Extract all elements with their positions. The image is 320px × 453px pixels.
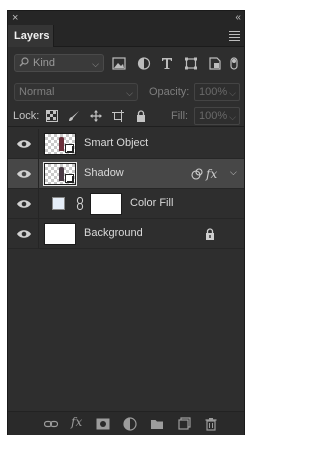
shape-layer-filter-icon[interactable] (184, 57, 198, 70)
layer-name[interactable]: Shadow (84, 167, 124, 179)
opacity-label: Opacity: (149, 86, 190, 98)
figure-icon (59, 167, 64, 181)
type-layer-filter-icon[interactable] (160, 57, 174, 70)
lock-label: Lock: (13, 110, 40, 122)
bottom-toolbar: fx (8, 411, 244, 435)
blend-row: Normal ⌵ Opacity: 100% ⌵ (8, 81, 244, 103)
lock-all-icon[interactable] (135, 110, 147, 122)
chevron-down-icon[interactable]: ⌵ (230, 167, 237, 178)
lock-position-icon[interactable] (90, 110, 102, 122)
layer-thumbnail (44, 223, 76, 245)
divider (38, 219, 39, 249)
visibility-eye-icon[interactable] (16, 139, 32, 149)
search-icon (19, 57, 29, 67)
new-layer-icon[interactable] (177, 417, 191, 431)
tab-bar: Layers (8, 25, 244, 47)
layer-thumbnail (44, 133, 76, 155)
add-mask-icon[interactable] (96, 417, 110, 431)
adjustment-layer-filter-icon[interactable] (137, 57, 151, 70)
lock-icon (206, 228, 214, 240)
divider (38, 129, 39, 159)
visibility-eye-icon[interactable] (16, 229, 32, 239)
fill-value: 100% (199, 110, 228, 122)
opacity-value: 100% (199, 86, 228, 98)
add-style-icon[interactable]: fx (71, 415, 85, 429)
layer-name[interactable]: Smart Object (84, 137, 148, 149)
smart-object-badge-icon (65, 144, 74, 153)
divider (38, 159, 39, 189)
filter-kind-select[interactable]: Kind ⌵ (14, 54, 104, 72)
collapse-panel-icon[interactable]: ‹‹ (235, 11, 241, 25)
fill-field[interactable]: 100% ⌵ (194, 107, 240, 125)
layer-thumbnail (43, 162, 77, 186)
divider (38, 189, 39, 219)
layer-mask-thumbnail[interactable] (90, 193, 122, 215)
new-group-icon[interactable] (150, 417, 164, 431)
blend-mode-value: Normal (19, 86, 55, 98)
visibility-eye-icon[interactable] (16, 199, 32, 209)
layers-panel: × ‹‹ Layers Kind ⌵ Normal ⌵ Opacity: 100… (7, 10, 245, 435)
layer-effects-icon[interactable]: fx (206, 167, 217, 181)
layer-name[interactable]: Background (84, 227, 143, 239)
lock-artboard-icon[interactable] (112, 110, 124, 122)
adjustment-layer-icon[interactable] (123, 417, 137, 431)
fill-color-swatch[interactable] (52, 197, 65, 210)
chevron-down-icon: ⌵ (92, 59, 99, 69)
layer-row-smart-object[interactable]: Smart Object (8, 129, 244, 159)
lock-row: Lock: Fill: 100% ⌵ (8, 107, 244, 127)
layer-name[interactable]: Color Fill (130, 197, 173, 209)
panel-header-strip: × ‹‹ (8, 11, 244, 25)
chevron-down-icon: ⌵ (126, 88, 133, 98)
filter-kind-label: Kind (33, 57, 56, 69)
smart-object-filter-icon[interactable] (208, 57, 222, 70)
blend-mode-select[interactable]: Normal ⌵ (14, 83, 138, 101)
chevron-down-icon: ⌵ (229, 112, 236, 122)
close-panel-icon[interactable]: × (12, 11, 18, 25)
layer-row-shadow[interactable]: Shadow fx ⌵ (8, 159, 244, 189)
layer-row-color-fill[interactable]: Color Fill (8, 189, 244, 219)
layers-list: Smart Object Shadow fx ⌵ Color Fill Back… (8, 129, 244, 411)
smart-filter-icon[interactable] (191, 168, 203, 180)
delete-layer-icon[interactable] (204, 417, 218, 431)
panel-menu-icon[interactable] (229, 31, 240, 43)
lock-transparent-pixels-icon[interactable] (46, 110, 58, 122)
link-chain-icon[interactable] (76, 197, 84, 210)
chevron-down-icon: ⌵ (229, 88, 236, 98)
filter-row: Kind ⌵ (8, 47, 244, 77)
fill-label: Fill: (171, 110, 189, 122)
tab-layers[interactable]: Layers (8, 25, 54, 47)
opacity-field[interactable]: 100% ⌵ (194, 83, 240, 101)
link-layers-icon[interactable] (44, 417, 58, 431)
layer-row-background[interactable]: Background (8, 219, 244, 249)
pixel-layer-filter-icon[interactable] (112, 57, 126, 70)
smart-object-badge-icon (65, 174, 74, 183)
figure-icon (59, 137, 64, 151)
filter-toggle-icon[interactable] (230, 57, 238, 70)
lock-image-pixels-icon[interactable] (68, 110, 80, 122)
visibility-eye-icon[interactable] (16, 169, 32, 179)
